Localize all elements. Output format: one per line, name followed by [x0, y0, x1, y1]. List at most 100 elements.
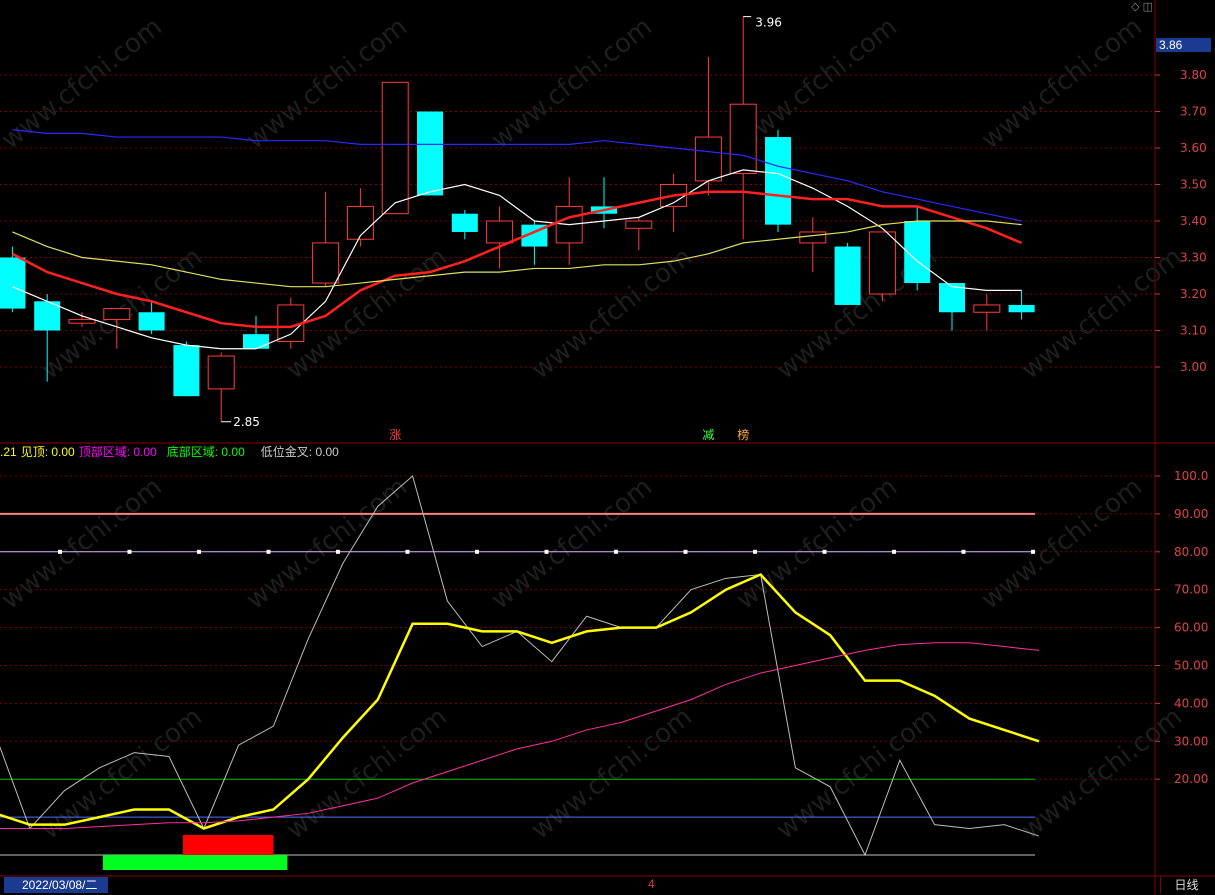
corner-icons[interactable]: ◇ ◫	[1131, 0, 1153, 13]
candle	[1008, 290, 1035, 320]
candle-body-up	[799, 231, 827, 244]
candle	[904, 206, 931, 291]
indicator-bar	[182, 835, 274, 855]
indicator-dot	[405, 549, 410, 554]
indicator-legend-item: 低位金叉: 0.00	[260, 445, 339, 459]
candle-body-down	[417, 111, 443, 196]
watermark-text: www.cfchi.com	[1016, 242, 1188, 386]
signal-marker: 榜	[737, 427, 749, 442]
price-tick-label: 3.40	[1180, 214, 1207, 228]
candle	[868, 231, 896, 302]
price-tick-label: 3.10	[1180, 324, 1207, 338]
candle-body-up	[625, 220, 653, 229]
bottom-marker: 4	[648, 877, 655, 891]
indicator-tick-label: 30.00	[1174, 734, 1208, 748]
candle	[939, 283, 965, 331]
candle-body-up	[312, 242, 340, 284]
candlesticks	[0, 16, 1035, 422]
indicator-dot	[892, 549, 896, 554]
candle	[243, 315, 269, 349]
candle	[729, 16, 757, 240]
candle-body-down	[0, 257, 26, 309]
indicator-tick-label: 20.00	[1174, 772, 1208, 786]
watermark-text: www.cfchi.com	[526, 702, 698, 846]
price-tick-label: 3.20	[1180, 287, 1207, 301]
watermark-text: www.cfchi.com	[526, 242, 698, 386]
candle	[451, 210, 478, 240]
candle	[486, 206, 514, 269]
candle	[417, 111, 443, 196]
candle-body-down	[138, 312, 165, 331]
indicator-dot	[58, 549, 62, 554]
price-tick-label: 3.50	[1180, 178, 1207, 192]
candle-body-up	[868, 231, 896, 295]
candle-body-up	[346, 205, 374, 240]
candle	[381, 81, 409, 215]
indicator-dot	[614, 549, 618, 554]
candle	[0, 246, 26, 313]
indicator-bar	[102, 855, 288, 870]
indicator-legend-item: .21	[0, 445, 17, 459]
candle-body-up	[207, 355, 235, 390]
watermark-text: www.cfchi.com	[281, 702, 453, 846]
indicator-tick-label: 70.00	[1174, 583, 1208, 597]
indicator-dot	[822, 549, 827, 554]
watermark-text: www.cfchi.com	[976, 472, 1148, 616]
k_line	[0, 573, 1040, 830]
indicator-legend-item: 顶部区域: 0.00	[78, 445, 157, 459]
candle-body-up	[694, 136, 722, 182]
current-price-label: 3.86	[1156, 38, 1211, 52]
candle-body-down	[1008, 304, 1035, 313]
watermark-text: www.cfchi.com	[0, 472, 168, 616]
price-tick-label: 3.70	[1180, 105, 1207, 119]
indicator-dot	[336, 549, 340, 554]
watermark-text: www.cfchi.com	[281, 242, 453, 386]
candle	[834, 242, 861, 305]
candle	[173, 341, 200, 397]
price-tick-label: 3.80	[1180, 68, 1207, 82]
period-tab[interactable]: 日线	[1160, 877, 1212, 893]
candle-body-up	[486, 220, 514, 244]
high-annotation: 3.96	[755, 16, 782, 30]
candle-body-up	[973, 304, 1001, 313]
candle-body-up	[103, 308, 131, 321]
indicator-dot	[1031, 549, 1035, 554]
indicator-panel	[0, 475, 1040, 870]
watermark-text: www.cfchi.com	[486, 472, 658, 616]
indicator-dot	[197, 549, 201, 554]
candle-body-up	[381, 81, 409, 215]
candle-body-down	[173, 345, 200, 397]
indicator-tick-label: 80.00	[1174, 545, 1208, 559]
indicator-legend-item: 见顶: 0.00	[20, 445, 75, 459]
indicator-tick-label: 40.00	[1174, 696, 1208, 710]
indicator-dot	[266, 549, 271, 554]
indicator-legend-item: 底部区域: 0.00	[166, 445, 245, 459]
indicator-tick-label: 50.00	[1174, 659, 1208, 673]
signal-marker: 涨	[389, 427, 401, 442]
candle	[765, 129, 791, 232]
date-label: 2022/03/08/二	[4, 877, 108, 893]
indicator-dot	[683, 549, 688, 554]
candle	[312, 191, 340, 287]
indicator-tick-label: 90.00	[1174, 507, 1208, 521]
watermark-text: www.cfchi.com	[486, 12, 658, 156]
watermark-text: www.cfchi.com	[241, 472, 413, 616]
signal-marker: 减	[702, 428, 714, 442]
indicator-dot	[961, 549, 966, 554]
indicator-header: .21 见顶: 0.00 顶部区域: 0.00 底部区域: 0.00 低位金叉: 0.0…	[0, 444, 343, 460]
indicator-dot	[753, 549, 757, 554]
candle	[346, 188, 374, 247]
watermark-text: www.cfchi.com	[1016, 702, 1188, 846]
candle-body-down	[243, 334, 269, 349]
candle	[207, 352, 235, 422]
candle	[973, 294, 1001, 331]
price-tick-label: 3.60	[1180, 141, 1207, 155]
indicator-tick-label: 60.00	[1174, 621, 1208, 635]
candle-body-down	[765, 137, 791, 225]
watermark-text: www.cfchi.com	[976, 12, 1148, 156]
candle-body-up	[68, 319, 96, 324]
candle-body-up	[729, 103, 757, 175]
indicator-dot	[127, 549, 132, 554]
low-annotation: 2.85	[233, 415, 260, 429]
candle	[694, 56, 722, 196]
